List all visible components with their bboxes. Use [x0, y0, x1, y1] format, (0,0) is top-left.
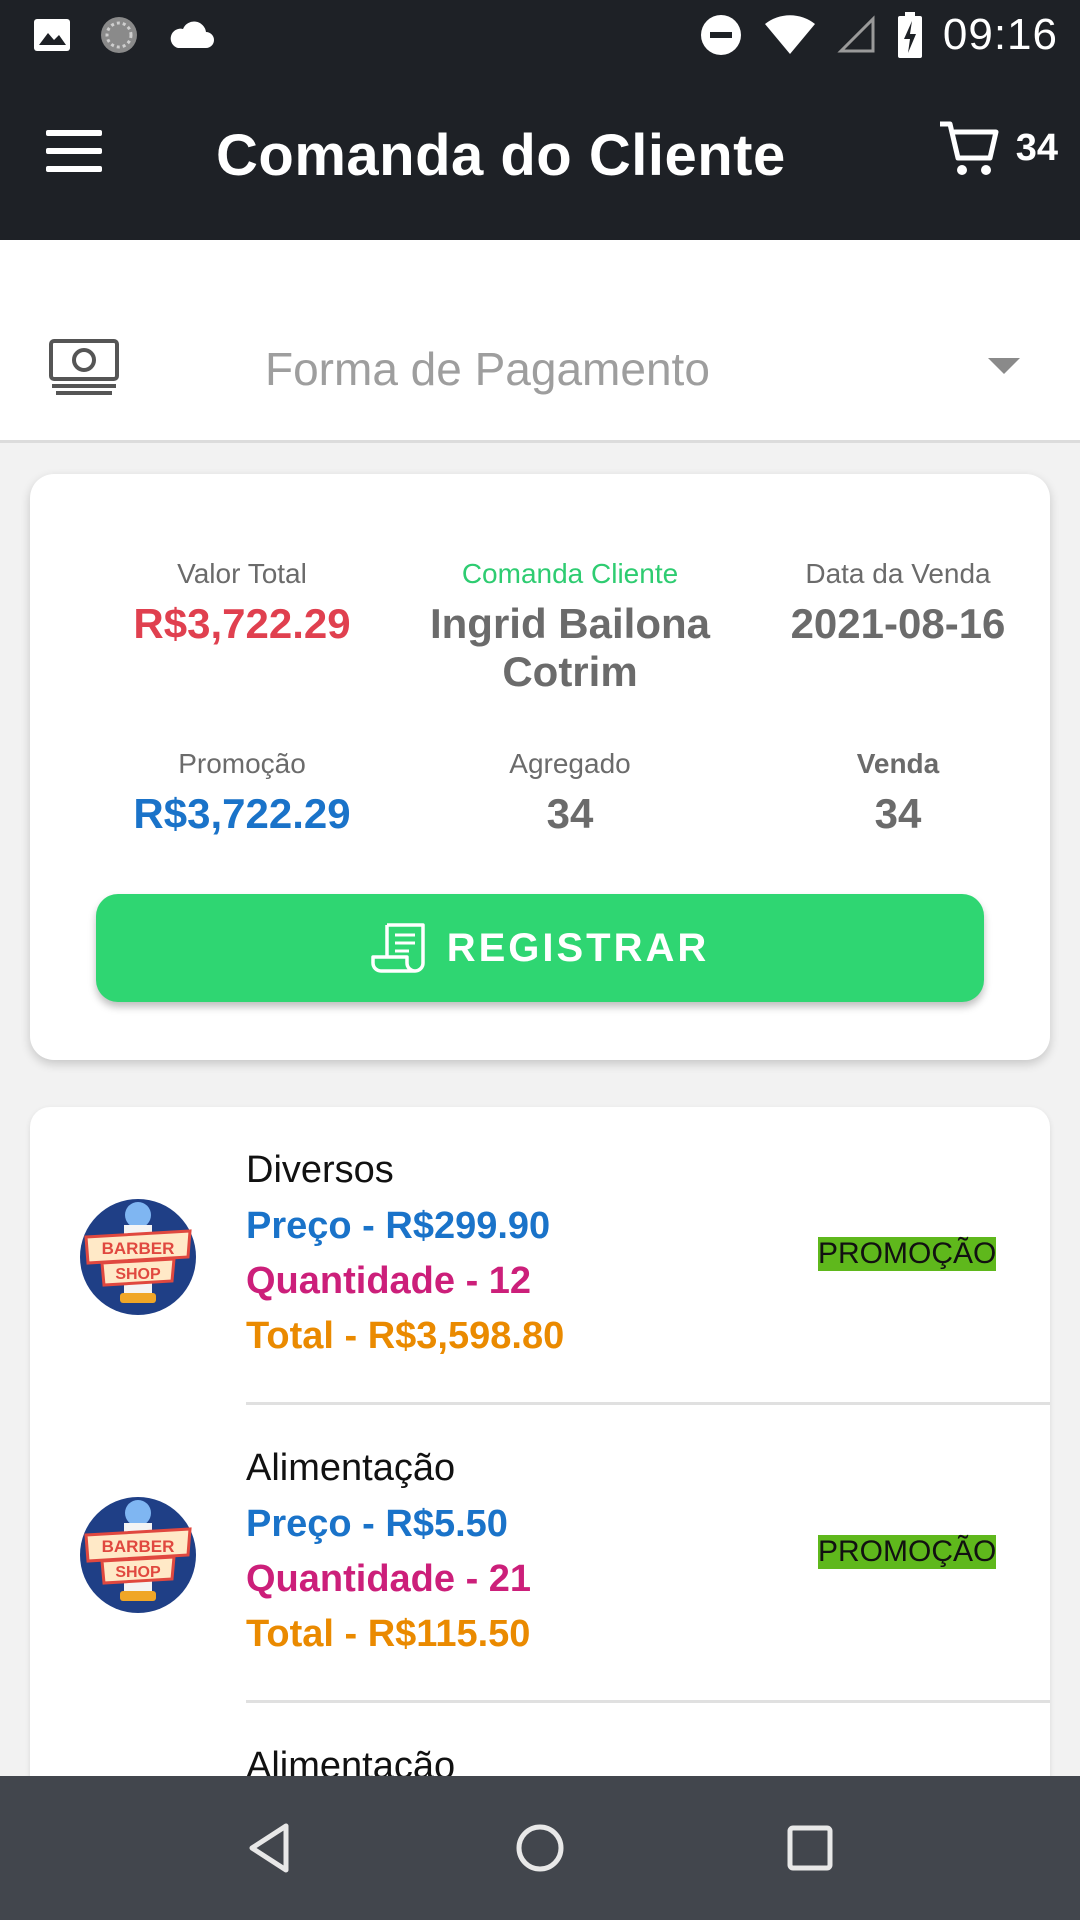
- signal-icon: [837, 15, 875, 53]
- sale-cell: Venda 34: [733, 748, 1063, 838]
- cart-icon: [939, 121, 999, 175]
- sale-label: Venda: [856, 748, 940, 779]
- list-item[interactable]: BARBER SHOP Diversos Preço - R$299.90 Qu…: [30, 1107, 1050, 1405]
- svg-text:BARBER: BARBER: [102, 1537, 175, 1556]
- svg-text:SHOP: SHOP: [115, 1564, 161, 1581]
- barber-shop-logo: BARBER SHOP: [80, 1497, 196, 1613]
- back-icon[interactable]: [236, 1814, 304, 1882]
- register-button-label: REGISTRAR: [446, 925, 710, 970]
- item-price: Preço - R$5.50: [246, 1503, 508, 1545]
- status-bar: 09:16: [0, 0, 1080, 72]
- sale-date-label: Data da Venda: [805, 558, 991, 589]
- image-icon: [34, 19, 70, 51]
- sale-date: 2021-08-16: [790, 600, 1006, 647]
- chevron-down-icon: [988, 358, 1020, 374]
- client-cell: Comanda Cliente Ingrid Bailona Cotrim: [405, 558, 735, 696]
- home-icon[interactable]: [506, 1814, 574, 1882]
- aggregate-value: 34: [546, 790, 594, 837]
- promotion-value: R$3,722.29: [133, 790, 351, 837]
- total-value-cell: Valor Total R$3,722.29: [77, 558, 407, 648]
- battery-charging-icon: [897, 12, 922, 58]
- register-button[interactable]: REGISTRAR: [96, 894, 984, 1002]
- order-summary-card: Valor Total R$3,722.29 Comanda Cliente I…: [30, 474, 1050, 1060]
- cart-count: 34: [1015, 126, 1058, 169]
- client-label: Comanda Cliente: [461, 558, 679, 589]
- svg-text:SHOP: SHOP: [115, 1266, 161, 1283]
- wifi-icon: [764, 15, 815, 54]
- sale-date-cell: Data da Venda 2021-08-16: [733, 558, 1063, 648]
- items-list: BARBER SHOP Diversos Preço - R$299.90 Qu…: [30, 1107, 1050, 1807]
- aggregate-label: Agregado: [509, 748, 631, 779]
- page-title: Comanda do Cliente: [216, 123, 786, 188]
- menu-icon: [46, 130, 102, 136]
- receipt-icon: [370, 923, 425, 973]
- promotion-cell: Promoção R$3,722.29: [77, 748, 407, 838]
- item-quantity: Quantidade - 21: [246, 1558, 532, 1600]
- payment-method-placeholder: Forma de Pagamento: [265, 343, 710, 395]
- promotion-badge: PROMOÇÃO: [818, 1535, 997, 1569]
- item-quantity: Quantidade - 12: [246, 1260, 532, 1302]
- item-total: Total - R$3,598.80: [246, 1315, 565, 1357]
- promotion-badge: PROMOÇÃO: [818, 1237, 997, 1271]
- item-name: Diversos: [246, 1149, 394, 1191]
- menu-button[interactable]: [46, 130, 122, 186]
- total-value: R$3,722.29: [133, 600, 351, 647]
- total-value-label: Valor Total: [177, 558, 307, 589]
- item-price: Preço - R$299.90: [246, 1205, 551, 1247]
- recents-icon[interactable]: [776, 1814, 844, 1882]
- navigation-bar: [0, 1776, 1080, 1920]
- app-bar: Comanda do Cliente 34: [0, 72, 1080, 240]
- client-name: Ingrid Bailona Cotrim: [429, 600, 710, 695]
- item-total: Total - R$115.50: [246, 1613, 531, 1655]
- cloud-icon: [170, 21, 214, 48]
- aggregate-cell: Agregado 34: [405, 748, 735, 838]
- money-icon: [49, 339, 119, 395]
- payment-method-select[interactable]: Forma de Pagamento: [0, 240, 1080, 443]
- item-name: Alimentação: [246, 1447, 456, 1489]
- status-time: 09:16: [942, 10, 1058, 59]
- sync-icon: [101, 17, 137, 53]
- sale-value: 34: [874, 790, 922, 837]
- do-not-disturb-icon: [700, 15, 741, 55]
- list-item[interactable]: BARBER SHOP Alimentação Preço - R$5.50 Q…: [30, 1405, 1050, 1703]
- svg-text:BARBER: BARBER: [102, 1239, 175, 1258]
- promotion-label: Promoção: [178, 748, 306, 779]
- barber-shop-logo: BARBER SHOP: [80, 1199, 196, 1315]
- cart-button[interactable]: 34: [938, 118, 1058, 178]
